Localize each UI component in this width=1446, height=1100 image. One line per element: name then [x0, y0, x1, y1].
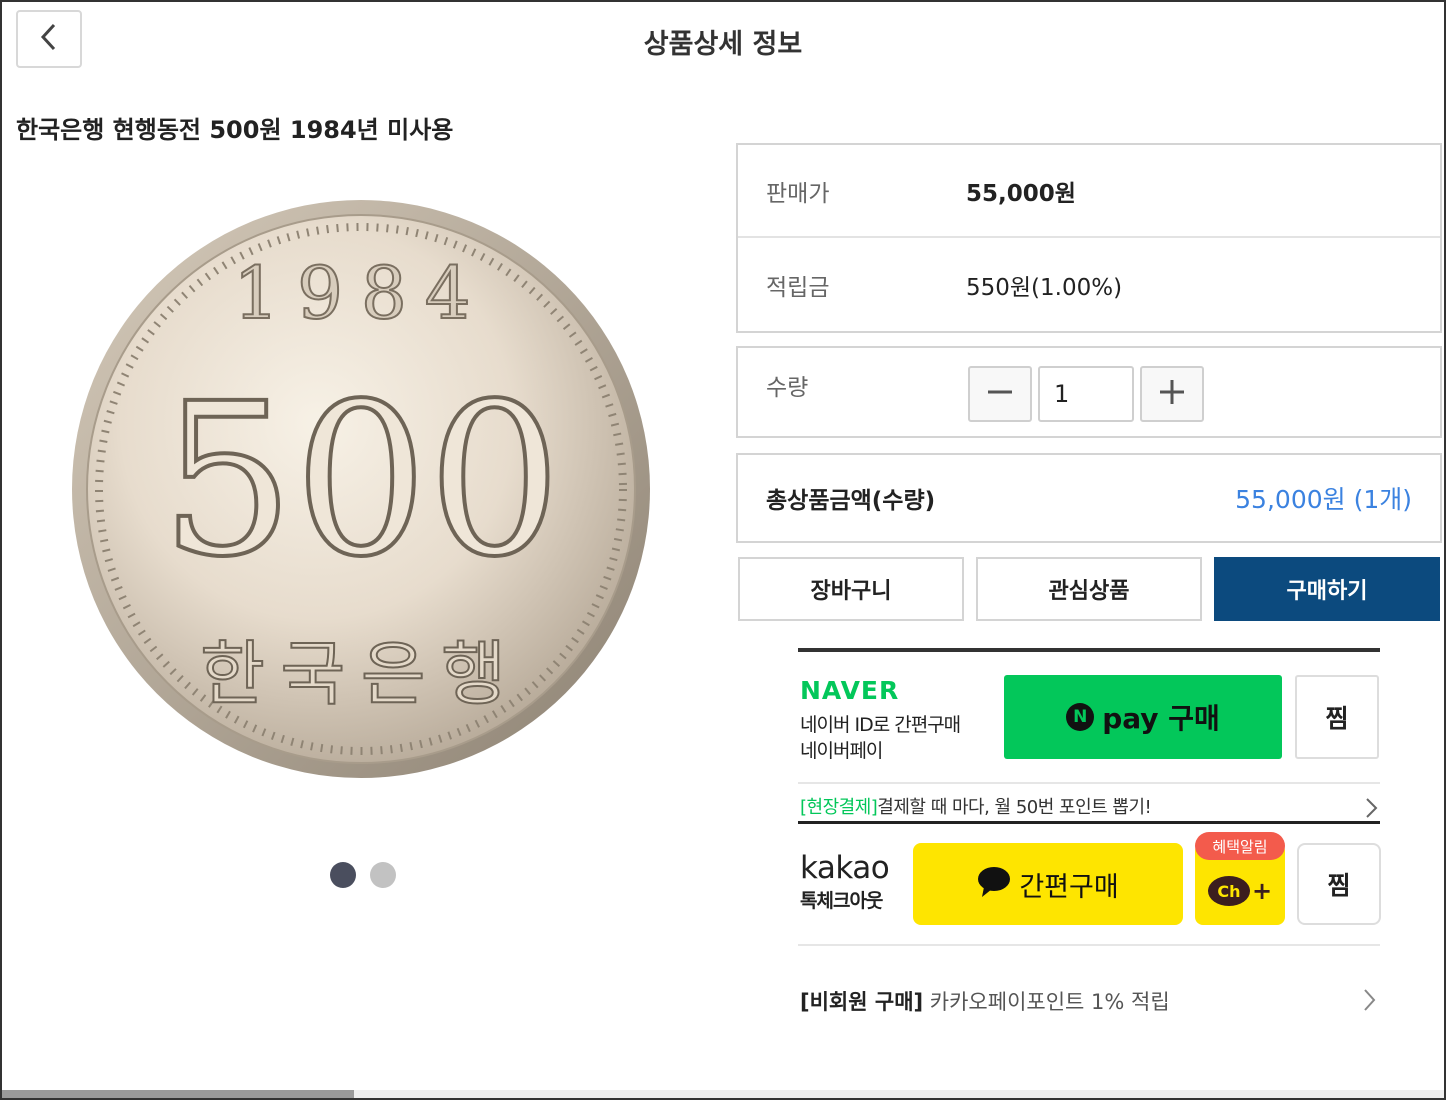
quantity-box: 수량 — [736, 346, 1442, 438]
kakao-promo-tag: [비회원 구매] — [800, 990, 924, 1014]
naver-promo-tag: [현장결제] — [800, 797, 878, 818]
kakao-channel-label: Ch — [1207, 876, 1250, 906]
page-title: 상품상세 정보 — [643, 29, 803, 60]
speech-bubble-icon — [977, 866, 1011, 902]
minus-icon — [987, 379, 1013, 409]
cart-button[interactable]: 장바구니 — [738, 557, 964, 621]
kakao-promo[interactable]: [비회원 구매] 카카오페이포인트 1% 적립 — [800, 986, 1170, 1016]
divider — [798, 944, 1380, 946]
coin-issuer: 한국은행 — [200, 633, 522, 715]
kakao-buy-button[interactable]: 간편구매 — [913, 843, 1183, 925]
gallery-dots — [330, 862, 396, 888]
naver-pay-button[interactable]: N pay 구매 — [1004, 675, 1282, 759]
gallery-dot-1[interactable] — [330, 862, 356, 888]
price-row: 판매가 55,000원 — [738, 145, 1440, 238]
quantity-input[interactable] — [1038, 366, 1134, 422]
kakao-buy-label: 간편구매 — [1019, 871, 1119, 903]
naver-promo-text: 결제할 때 마다, 월 50번 포인트 뽑기! — [877, 797, 1152, 818]
wishlist-button[interactable]: 관심상품 — [976, 557, 1202, 621]
kakao-logo: kakao — [800, 850, 890, 886]
plus-icon — [1159, 379, 1185, 409]
price-value: 55,000원 — [966, 180, 1076, 207]
coin-value: 500 — [161, 358, 562, 603]
quantity-decrease-button[interactable] — [968, 366, 1032, 422]
coin-year: 1984 — [233, 251, 488, 335]
kakao-checkout-section: kakao 톡체크아웃 간편구매 혜택알림 Ch + 찜 — [798, 830, 1381, 950]
action-buttons: 장바구니 관심상품 구매하기 — [738, 557, 1440, 621]
naver-n-icon: N — [1066, 703, 1095, 731]
naver-pay-section: NAVER 네이버 ID로 간편구매 네이버페이 N pay 구매 찜 [현장결… — [798, 648, 1380, 824]
divider — [798, 782, 1380, 784]
points-row: 적립금 550원(1.00%) — [738, 238, 1440, 331]
quantity-label: 수량 — [766, 375, 809, 401]
price-info-box: 판매가 55,000원 적립금 550원(1.00%) — [736, 143, 1442, 333]
naver-pay-label: pay 구매 — [1102, 702, 1220, 735]
naver-pay-name: 네이버페이 — [800, 740, 883, 762]
price-label: 판매가 — [766, 180, 830, 207]
gallery-dot-2[interactable] — [370, 862, 396, 888]
kakao-channel-icon: Ch + — [1207, 876, 1273, 906]
naver-logo: NAVER — [800, 676, 900, 705]
total-box: 총상품금액(수량) 55,000원 (1개) — [736, 453, 1442, 543]
quantity-stepper — [968, 366, 1204, 422]
horizontal-scrollbar[interactable] — [2, 1090, 1444, 1098]
product-image: 1984 500 한국은행 — [70, 198, 652, 780]
kakao-subtitle: 톡체크아웃 — [800, 890, 883, 912]
product-name: 한국은행 현행동전 500원 1984년 미사용 — [16, 116, 454, 144]
naver-promo[interactable]: [현장결제]결제할 때 마다, 월 50번 포인트 뽑기! — [800, 793, 1152, 819]
kakao-channel-plus: + — [1251, 877, 1273, 905]
quantity-increase-button[interactable] — [1140, 366, 1204, 422]
points-label: 적립금 — [766, 274, 830, 301]
chevron-right-icon[interactable] — [1364, 797, 1378, 823]
scrollbar-thumb[interactable] — [2, 1090, 354, 1098]
naver-jjim-button[interactable]: 찜 — [1295, 675, 1379, 759]
buy-button[interactable]: 구매하기 — [1214, 557, 1440, 621]
points-value: 550원(1.00%) — [966, 274, 1123, 301]
total-label: 총상품금액(수량) — [766, 488, 936, 514]
total-value: 55,000원 (1개) — [1235, 485, 1412, 514]
kakao-channel-badge: 혜택알림 — [1195, 832, 1285, 860]
chevron-right-icon[interactable] — [1362, 988, 1376, 1016]
kakao-jjim-button[interactable]: 찜 — [1297, 843, 1381, 925]
naver-subtitle: 네이버 ID로 간편구매 — [800, 714, 961, 736]
kakao-promo-text: 카카오페이포인트 1% 적립 — [929, 990, 1170, 1014]
